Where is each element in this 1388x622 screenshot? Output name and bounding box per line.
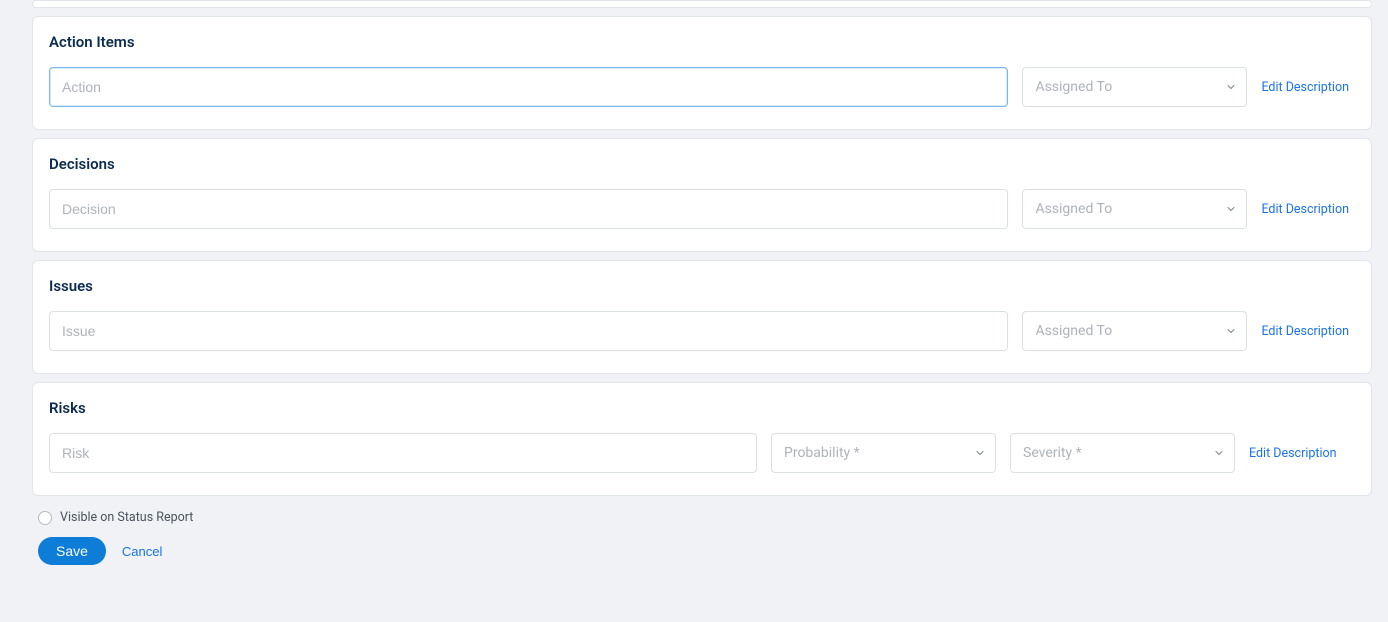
decisions-title: Decisions	[49, 155, 1349, 173]
issues-row: Assigned To Edit Description	[49, 311, 1349, 351]
decision-assigned-select-wrap: Assigned To	[1022, 189, 1247, 229]
action-input[interactable]	[49, 67, 1008, 107]
previous-card-edge	[32, 0, 1372, 8]
form-buttons-row: Save Cancel	[38, 537, 1372, 565]
risk-severity-select[interactable]: Severity *	[1010, 433, 1235, 473]
decision-input[interactable]	[49, 189, 1008, 229]
scrollbar[interactable]	[1378, 0, 1386, 622]
risk-severity-placeholder: Severity *	[1023, 445, 1082, 461]
action-edit-description-link[interactable]: Edit Description	[1261, 80, 1349, 95]
action-items-row: Assigned To Edit Description	[49, 67, 1349, 107]
risk-edit-description-link[interactable]: Edit Description	[1249, 446, 1337, 461]
issues-card: Issues Assigned To Edit Description	[32, 260, 1372, 374]
issue-edit-description-link[interactable]: Edit Description	[1261, 324, 1349, 339]
risks-row: Probability * Severity * Edit Descriptio…	[49, 433, 1349, 473]
cancel-button[interactable]: Cancel	[122, 544, 162, 559]
action-items-card: Action Items Assigned To Edit Descriptio…	[32, 16, 1372, 130]
issues-title: Issues	[49, 277, 1349, 295]
action-assigned-select-wrap: Assigned To	[1022, 67, 1247, 107]
issue-assigned-placeholder: Assigned To	[1035, 323, 1112, 339]
visible-on-status-label: Visible on Status Report	[60, 510, 193, 525]
risk-probability-placeholder: Probability *	[784, 445, 860, 461]
risk-input[interactable]	[49, 433, 757, 473]
visible-on-status-row: Visible on Status Report	[38, 510, 1372, 525]
risks-title: Risks	[49, 399, 1349, 417]
action-items-title: Action Items	[49, 33, 1349, 51]
issue-input[interactable]	[49, 311, 1008, 351]
issue-assigned-select-wrap: Assigned To	[1022, 311, 1247, 351]
issue-assigned-select[interactable]: Assigned To	[1022, 311, 1247, 351]
action-assigned-select[interactable]: Assigned To	[1022, 67, 1247, 107]
risk-probability-select-wrap: Probability *	[771, 433, 996, 473]
decision-assigned-placeholder: Assigned To	[1035, 201, 1112, 217]
risk-severity-select-wrap: Severity *	[1010, 433, 1235, 473]
risks-card: Risks Probability * Severity * Edit Desc	[32, 382, 1372, 496]
visible-on-status-radio[interactable]	[38, 511, 52, 525]
risk-probability-select[interactable]: Probability *	[771, 433, 996, 473]
decisions-row: Assigned To Edit Description	[49, 189, 1349, 229]
action-assigned-placeholder: Assigned To	[1035, 79, 1112, 95]
decisions-card: Decisions Assigned To Edit Description	[32, 138, 1372, 252]
decision-edit-description-link[interactable]: Edit Description	[1261, 202, 1349, 217]
decision-assigned-select[interactable]: Assigned To	[1022, 189, 1247, 229]
save-button[interactable]: Save	[38, 537, 106, 565]
